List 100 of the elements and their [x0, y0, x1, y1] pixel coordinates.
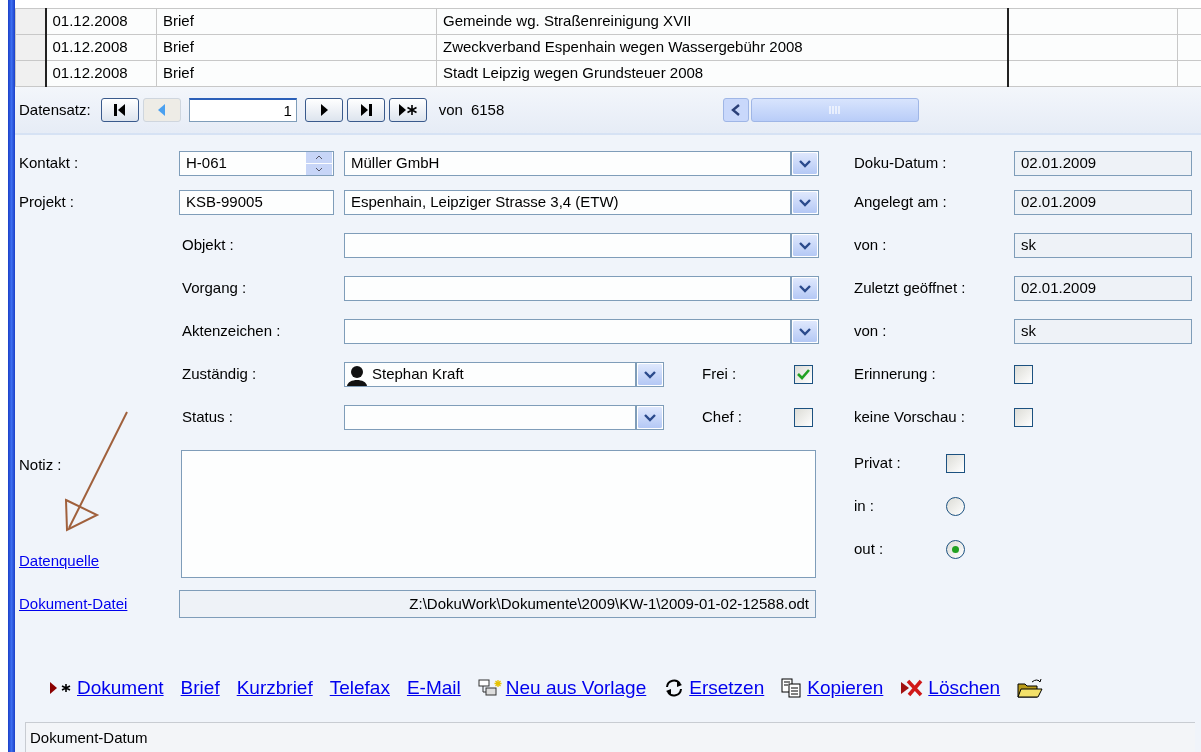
read-only-field: 02.01.2009	[1014, 190, 1192, 215]
next-record-button[interactable]	[304, 98, 343, 122]
up-icon	[315, 155, 323, 160]
combo-box[interactable]: Stephan Kraft	[344, 362, 636, 387]
field-label: Doku-Datum :	[854, 153, 948, 174]
dropdown-button[interactable]	[636, 362, 664, 387]
field-label: out :	[854, 539, 885, 560]
dropdown-button[interactable]	[791, 151, 819, 176]
data-source-link[interactable]: Datenquelle	[19, 549, 100, 572]
field-label: keine Vorschau :	[854, 407, 966, 428]
checkbox[interactable]	[794, 365, 813, 384]
table-cell: Brief	[156, 60, 437, 87]
table-cell: Brief	[156, 8, 437, 35]
template-icon	[477, 677, 502, 698]
chevron-down-icon	[644, 370, 656, 379]
dropdown-button[interactable]	[791, 190, 819, 215]
record-label: Datensatz:	[19, 99, 91, 120]
new-record-icon	[397, 102, 418, 118]
action-link[interactable]: Löschen	[928, 673, 1001, 702]
field-label: von :	[854, 235, 888, 256]
read-only-field: 02.01.2009	[1014, 151, 1192, 176]
dropdown-button[interactable]	[791, 233, 819, 258]
field-label: Aktenzeichen :	[182, 321, 282, 342]
checkbox[interactable]	[794, 408, 813, 427]
checkbox[interactable]	[946, 454, 965, 473]
scrollbar-thumb[interactable]	[751, 98, 919, 122]
action-link[interactable]: Brief	[180, 673, 220, 702]
radio-button[interactable]	[946, 540, 965, 559]
dropdown-button[interactable]	[636, 405, 664, 430]
table-cell: Stadt Leipzig wegen Grundsteuer 2008	[436, 60, 1008, 87]
combo-box[interactable]: Müller GmbH	[344, 151, 791, 176]
table-cell	[1177, 8, 1201, 35]
new-record-button[interactable]	[388, 98, 427, 122]
first-record-button[interactable]	[100, 98, 139, 122]
document-file-link[interactable]: Dokument-Datei	[19, 594, 128, 612]
record-of-label: von	[438, 99, 463, 120]
note-field[interactable]	[181, 450, 816, 578]
scroll-left-button[interactable]	[723, 98, 749, 122]
table-cell: Zweckverband Espenhain wegen Wassergebühr 2008	[436, 34, 1008, 61]
table-cell: Brief	[156, 34, 437, 61]
table-cell: Gemeinde wg. Straßenreinigung XVII	[436, 8, 1008, 35]
radio-button[interactable]	[946, 497, 965, 516]
action-link[interactable]: Ersetzen	[689, 673, 765, 702]
field-label: Angelegt am :	[854, 192, 948, 213]
field-label: in :	[854, 496, 875, 517]
dropdown-button[interactable]	[791, 319, 819, 344]
field-label: Notiz :	[19, 455, 63, 475]
field-label: Chef :	[702, 407, 744, 428]
dropdown-button[interactable]	[791, 276, 819, 301]
table-cell: 01.12.2008	[45, 34, 157, 61]
chevron-down-icon	[799, 284, 811, 293]
chevron-left-icon	[731, 104, 741, 116]
delete-icon	[900, 678, 925, 697]
field-label: Zuletzt geöffnet :	[854, 278, 967, 299]
folder-icon	[1017, 676, 1044, 699]
field-label: Status :	[182, 407, 234, 428]
chevron-down-icon	[799, 241, 811, 250]
row-selector[interactable]	[15, 34, 46, 61]
action-link[interactable]: Kopieren	[807, 673, 884, 702]
person-icon	[346, 363, 368, 386]
table-cell: 01.12.2008	[45, 8, 157, 35]
action-link[interactable]: Neu aus Vorlage	[505, 673, 647, 702]
copy-icon	[781, 677, 804, 698]
field-label: Vorgang :	[182, 278, 248, 299]
chevron-down-icon	[799, 327, 811, 336]
row-selector[interactable]	[15, 8, 46, 35]
down-icon	[315, 167, 323, 172]
first-icon	[111, 102, 128, 118]
last-record-button[interactable]	[346, 98, 385, 122]
chevron-down-icon	[799, 198, 811, 207]
table-cell: 01.12.2008	[45, 60, 157, 87]
action-link[interactable]: E-Mail	[406, 673, 461, 702]
action-link[interactable]: Dokument	[77, 673, 164, 702]
file-path-field: Z:\DokuWork\Dokumente\2009\KW-1\2009-01-02-12588.odt	[179, 590, 816, 618]
combo-box[interactable]: Espenhain, Leipziger Strasse 3,4 (ETW)	[344, 190, 791, 215]
read-only-field: sk	[1014, 319, 1192, 344]
action-link[interactable]: Kurzbrief	[236, 673, 313, 702]
read-only-field: sk	[1014, 233, 1192, 258]
field-label: Kontakt :	[19, 153, 80, 174]
grip-icon	[828, 105, 842, 115]
new-record-icon	[49, 679, 73, 696]
record-count: 6158	[470, 99, 505, 120]
field-label: Objekt :	[182, 235, 235, 256]
status-bar: Dokument-Datum	[25, 722, 1195, 752]
chevron-down-icon	[644, 413, 656, 422]
read-only-field: 02.01.2009	[1014, 276, 1192, 301]
field-label: von :	[854, 321, 888, 342]
field-label: Projekt :	[19, 192, 76, 213]
record-number-field[interactable]: 1	[188, 98, 297, 122]
field-label: Zuständig :	[182, 364, 258, 385]
action-link[interactable]: Telefax	[329, 673, 390, 702]
row-selector[interactable]	[15, 60, 46, 87]
checkbox[interactable]	[1014, 365, 1033, 384]
checkmark-icon	[797, 369, 810, 380]
field-label: Frei :	[702, 364, 738, 385]
checkbox[interactable]	[1014, 408, 1033, 427]
code-field[interactable]: H-061	[179, 151, 334, 176]
field-label: Erinnerung :	[854, 364, 937, 385]
chevron-down-icon	[799, 159, 811, 168]
code-field[interactable]: KSB-99005	[179, 190, 334, 215]
